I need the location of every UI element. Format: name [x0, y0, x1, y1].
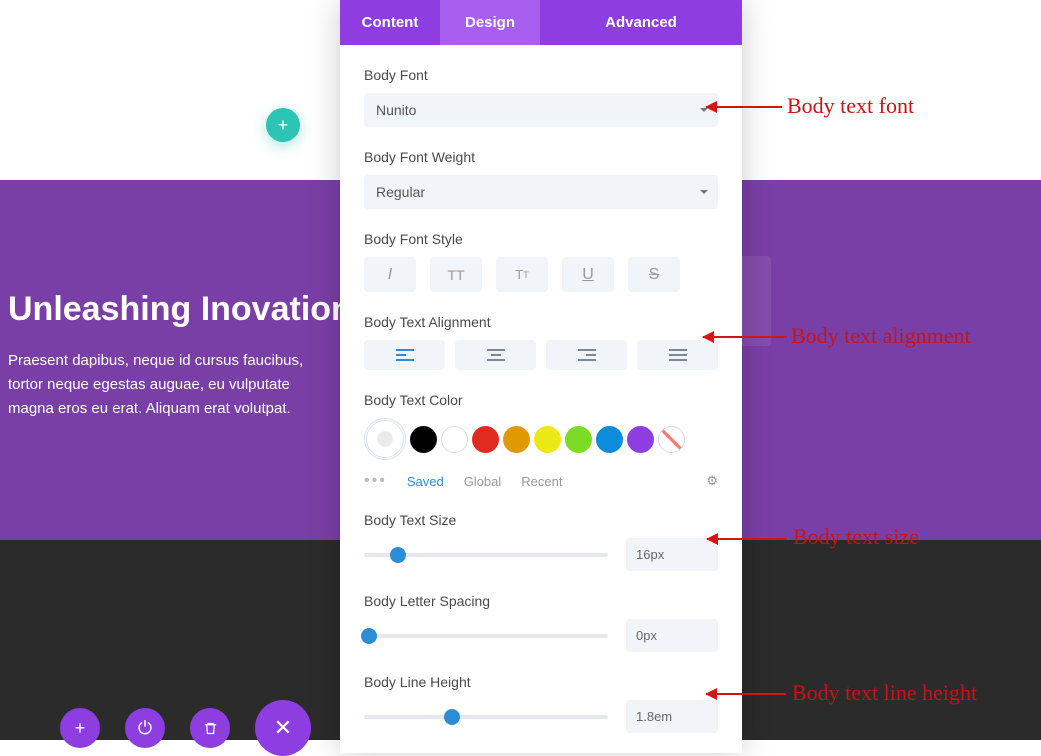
lineheight-value-input[interactable]: 1.8em	[626, 700, 718, 733]
align-right-button[interactable]	[546, 340, 627, 370]
swatch-white[interactable]	[441, 426, 468, 453]
annotation-arrow-alignment	[703, 336, 787, 338]
color-swatches	[364, 418, 718, 460]
lineheight-slider-thumb[interactable]	[444, 709, 460, 725]
swatch-orange[interactable]	[503, 426, 530, 453]
label-body-text-color: Body Text Color	[364, 392, 718, 408]
annotation-lineheight: Body text line height	[792, 680, 977, 706]
label-body-font-style: Body Font Style	[364, 231, 718, 247]
swatch-green[interactable]	[565, 426, 592, 453]
spacing-slider-track[interactable]	[364, 634, 608, 638]
tab-design[interactable]: Design	[440, 0, 540, 45]
swatch-transparent[interactable]	[658, 426, 685, 453]
color-settings-gear-icon[interactable]: ⚙	[706, 473, 718, 489]
swatch-yellow[interactable]	[534, 426, 561, 453]
toolbar-power-button[interactable]: ⏻	[125, 708, 165, 748]
builder-toolbar: + ⏻ ✕	[60, 700, 311, 756]
swatch-purple[interactable]	[627, 426, 654, 453]
align-justify-button[interactable]	[637, 340, 718, 370]
color-tab-recent[interactable]: Recent	[521, 474, 562, 489]
toolbar-plus-button[interactable]: +	[60, 708, 100, 748]
select-body-font-weight[interactable]: Regular	[364, 175, 718, 209]
label-body-letter-spacing: Body Letter Spacing	[364, 593, 718, 609]
label-body-font-weight: Body Font Weight	[364, 149, 718, 165]
annotation-arrow-size	[707, 538, 787, 540]
tab-advanced[interactable]: Advanced	[540, 0, 742, 45]
label-body-text-alignment: Body Text Alignment	[364, 314, 718, 330]
style-underline-button[interactable]: U	[562, 257, 614, 292]
label-body-line-height: Body Line Height	[364, 674, 718, 690]
field-body-text-alignment: Body Text Alignment	[364, 314, 718, 370]
field-body-line-height: Body Line Height 1.8em	[364, 674, 718, 733]
align-left-button[interactable]	[364, 340, 445, 370]
hero-body: Praesent dapibus, neque id cursus faucib…	[8, 349, 328, 421]
field-body-font: Body Font Nunito	[364, 67, 718, 127]
style-strikethrough-button[interactable]: S	[628, 257, 680, 292]
size-slider-thumb[interactable]	[390, 547, 406, 563]
swatch-selected[interactable]	[364, 418, 406, 460]
field-body-font-style: Body Font Style I TT TT U S	[364, 231, 718, 292]
panel-tabs: Content Design Advanced	[340, 0, 742, 45]
toolbar-close-button[interactable]: ✕	[255, 700, 311, 756]
style-smallcaps-button[interactable]: TT	[496, 257, 548, 292]
label-body-font: Body Font	[364, 67, 718, 83]
settings-panel: Content Design Advanced Body Font Nunito…	[340, 0, 742, 753]
more-dots-icon[interactable]: •••	[364, 472, 387, 490]
field-body-letter-spacing: Body Letter Spacing 0px	[364, 593, 718, 652]
color-tab-global[interactable]: Global	[464, 474, 502, 489]
annotation-font: Body text font	[787, 93, 914, 119]
spacing-value-input[interactable]: 0px	[626, 619, 718, 652]
field-body-text-color: Body Text Color ••• Saved Global Recent …	[364, 392, 718, 490]
field-body-font-weight: Body Font Weight Regular	[364, 149, 718, 209]
add-section-button[interactable]: +	[266, 108, 300, 142]
annotation-size: Body text size	[793, 524, 919, 550]
color-tab-saved[interactable]: Saved	[407, 474, 444, 489]
annotation-arrow-font	[706, 106, 782, 108]
swatch-red[interactable]	[472, 426, 499, 453]
field-body-text-size: Body Text Size 16px	[364, 512, 718, 571]
select-body-font[interactable]: Nunito	[364, 93, 718, 127]
tab-content[interactable]: Content	[340, 0, 440, 45]
size-value-input[interactable]: 16px	[626, 538, 718, 571]
style-uppercase-button[interactable]: TT	[430, 257, 482, 292]
align-center-button[interactable]	[455, 340, 536, 370]
swatch-blue[interactable]	[596, 426, 623, 453]
lineheight-slider-track[interactable]	[364, 715, 608, 719]
style-italic-button[interactable]: I	[364, 257, 416, 292]
annotation-arrow-lineheight	[706, 693, 786, 695]
toolbar-trash-button[interactable]	[190, 708, 230, 748]
size-slider-track[interactable]	[364, 553, 608, 557]
swatch-black[interactable]	[410, 426, 437, 453]
label-body-text-size: Body Text Size	[364, 512, 718, 528]
annotation-alignment: Body text alignment	[791, 323, 971, 349]
spacing-slider-thumb[interactable]	[361, 628, 377, 644]
